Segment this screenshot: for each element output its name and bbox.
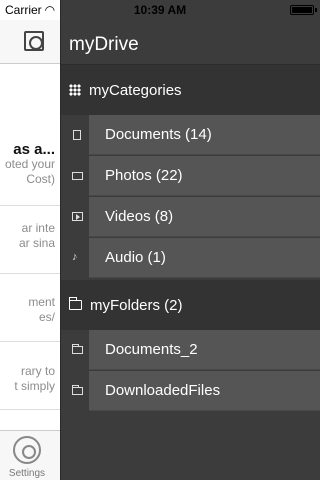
drive-icon-button[interactable] xyxy=(24,31,44,51)
left-navbar xyxy=(0,20,60,64)
category-item-audio[interactable]: ♪ Audio (1) xyxy=(72,238,320,278)
list-item-text: Cost) xyxy=(26,172,55,186)
list-item-text: ar sina xyxy=(18,236,55,250)
list-item[interactable]: rary to t simply xyxy=(0,342,60,410)
section-label: myFolders (2) xyxy=(90,296,183,314)
category-label: Audio (1) xyxy=(105,249,166,266)
tab-bar: Settings xyxy=(0,430,60,480)
folder-item-documents-2[interactable]: Documents_2 xyxy=(72,330,320,370)
list-item[interactable]: ar inte ar sina xyxy=(0,206,60,274)
category-item-documents[interactable]: Documents (14) xyxy=(73,115,320,155)
category-label: Videos (8) xyxy=(105,208,174,225)
clock: 10:39 AM xyxy=(133,3,187,17)
folder-label: Documents_2 xyxy=(105,341,198,358)
status-bar: Carrier ◠ 10:39 AM xyxy=(0,0,320,20)
category-item-photos[interactable]: Photos (22) xyxy=(72,156,320,196)
audio-icon: ♪ xyxy=(72,251,78,263)
list-item[interactable]: as a... oted your Cost) xyxy=(0,140,60,206)
list-item-text: es/ xyxy=(38,310,55,324)
list-item-text: ment xyxy=(28,295,55,309)
list-item-text: t simply xyxy=(14,379,55,393)
category-label: Photos (22) xyxy=(105,167,183,184)
battery-icon xyxy=(290,5,317,15)
list-item[interactable]: ment es/ xyxy=(0,274,60,342)
list-item-text: ar inte xyxy=(21,221,55,235)
list-item-text: rary to xyxy=(20,364,55,378)
folder-icon xyxy=(72,384,83,395)
folder-item-downloadedfiles[interactable]: DownloadedFiles xyxy=(72,371,320,411)
folder-icon xyxy=(68,297,82,310)
tab-settings[interactable]: Settings xyxy=(0,468,54,479)
grid-icon xyxy=(69,84,81,96)
category-label: Documents (14) xyxy=(105,126,212,143)
main-content-peek: as a... oted your Cost) ar inte ar sina … xyxy=(0,0,60,480)
drawer-title: myDrive xyxy=(69,34,139,55)
section-my-folders[interactable]: myFolders (2) xyxy=(61,280,320,330)
list-item-title: as a... xyxy=(13,141,55,158)
document-icon xyxy=(73,129,81,140)
folder-label: DownloadedFiles xyxy=(105,382,221,399)
category-item-videos[interactable]: Videos (8) xyxy=(72,197,320,237)
gear-icon[interactable] xyxy=(13,436,41,464)
section-my-categories[interactable]: myCategories xyxy=(61,65,320,115)
list-item-text: oted your xyxy=(4,157,55,171)
side-drawer: myDrive myCategories Documents (14) Phot… xyxy=(60,0,320,480)
photo-icon xyxy=(72,171,83,180)
section-label: myCategories xyxy=(89,81,182,99)
folder-icon xyxy=(72,343,83,354)
video-icon xyxy=(72,212,83,221)
